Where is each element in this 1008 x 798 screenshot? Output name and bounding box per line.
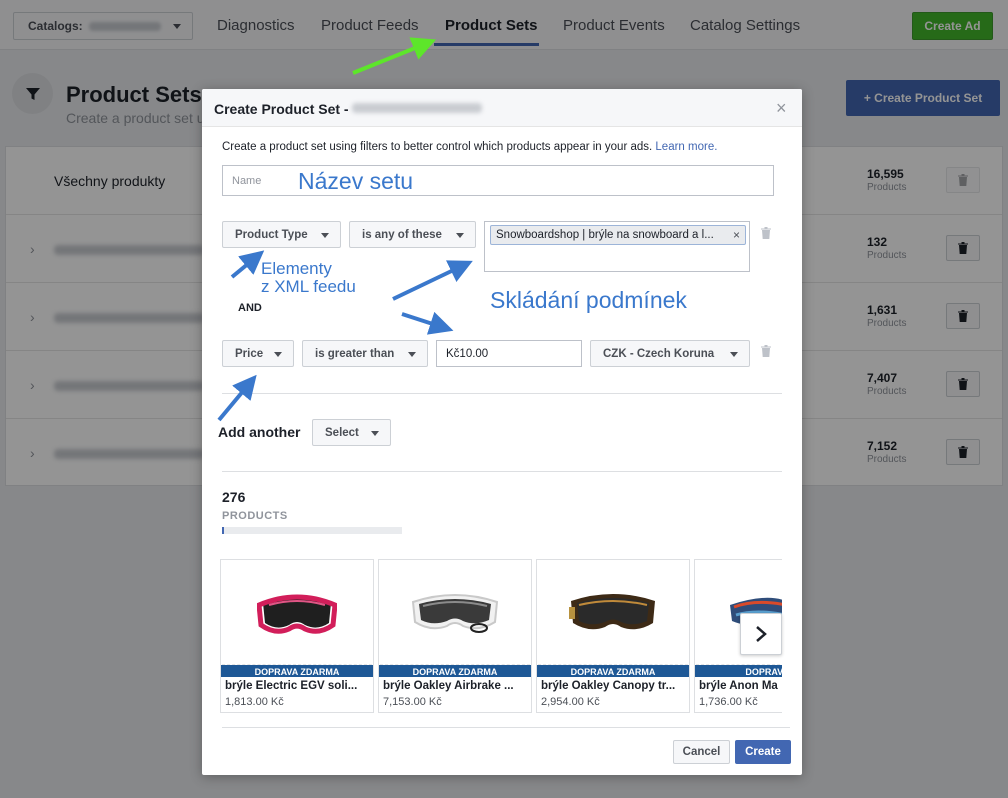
filter-operator-dropdown[interactable]: is any of these [349, 221, 476, 248]
chevron-down-icon [274, 352, 282, 357]
create-button[interactable]: Create [735, 740, 791, 764]
filter-field-label: Price [235, 347, 264, 360]
chevron-right-icon [756, 626, 767, 642]
chevron-down-icon [730, 352, 738, 357]
carousel-next-button[interactable] [740, 613, 782, 655]
chevron-down-icon [321, 233, 329, 238]
annotation-set-name: Název setu [298, 168, 414, 194]
filter-values-input[interactable]: Snowboardshop | brýle na snowboard a l..… [484, 221, 750, 272]
filter-operator-dropdown[interactable]: is greater than [302, 340, 428, 367]
product-card[interactable]: DOPRAVA ZDARMA brýle Electric EGV soli..… [220, 559, 374, 713]
remove-tag-icon[interactable]: × [733, 228, 740, 242]
cancel-button[interactable]: Cancel [673, 740, 730, 764]
filter-operator-label: is greater than [315, 347, 395, 360]
product-image [222, 561, 372, 665]
catalog-name-redacted [352, 103, 482, 113]
product-card[interactable]: DOPRAVA ZDARMA brýle Oakley Airbrake ...… [378, 559, 532, 713]
product-price: 1,813.00 Kč [225, 696, 284, 708]
annotation-elements-line1: Elementy [261, 259, 332, 278]
free-shipping-banner: DOPRAVA ZDARMA [221, 665, 373, 677]
price-value-input[interactable]: Kč10.00 [436, 340, 582, 367]
product-image [380, 561, 530, 665]
products-label: PRODUCTS [222, 510, 288, 522]
create-product-set-dialog: Create Product Set - × Create a product … [202, 89, 802, 775]
annotation-elements-line2: z XML feedu [261, 277, 356, 296]
product-price: 2,954.00 Kč [541, 696, 600, 708]
filter-value-text: Snowboardshop | brýle na snowboard a l..… [496, 229, 714, 241]
learn-more-link[interactable]: Learn more. [655, 141, 717, 153]
product-price: 1,736.00 Kč [699, 696, 758, 708]
dialog-intro: Create a product set using filters to be… [222, 141, 717, 153]
and-label: AND [238, 302, 262, 314]
product-count: 276 [222, 489, 246, 505]
currency-dropdown[interactable]: CZK - Czech Koruna [590, 340, 750, 367]
add-another-label: Add another [218, 424, 301, 440]
filter-operator-label: is any of these [362, 228, 442, 241]
divider [222, 727, 790, 728]
currency-label: CZK - Czech Koruna [603, 347, 715, 360]
chevron-down-icon [371, 431, 379, 436]
dialog-title: Create Product Set - [214, 101, 349, 117]
free-shipping-banner: DOPRAVA ZDARMA [379, 665, 531, 677]
close-icon[interactable]: × [776, 98, 787, 119]
add-filter-select[interactable]: Select [312, 419, 391, 446]
products-progress-bar [222, 527, 402, 534]
product-image [538, 561, 688, 665]
filter-value-tag: Snowboardshop | brýle na snowboard a l..… [490, 225, 746, 245]
dialog-header: Create Product Set - × [202, 89, 802, 127]
product-title: brýle Electric EGV soli... [225, 680, 358, 692]
free-shipping-banner: DOPRAVA ZDARMA [537, 665, 689, 677]
intro-text: Create a product set using filters to be… [222, 141, 653, 153]
divider [222, 471, 782, 472]
product-card[interactable]: DOPRAVA ZDARMA brýle Oakley Canopy tr...… [536, 559, 690, 713]
product-title: brýle Oakley Canopy tr... [541, 680, 676, 692]
trash-icon[interactable] [761, 227, 771, 242]
filter-field-dropdown[interactable]: Price [222, 340, 294, 367]
free-shipping-banner: DOPRAVA Z [695, 665, 782, 677]
product-carousel: DOPRAVA ZDARMA brýle Electric EGV soli..… [220, 559, 782, 713]
select-label: Select [325, 426, 359, 439]
chevron-down-icon [408, 352, 416, 357]
annotation-conditions: Skládání podmínek [490, 287, 687, 313]
product-title: brýle Oakley Airbrake ... [383, 680, 514, 692]
filter-field-dropdown[interactable]: Product Type [222, 221, 341, 248]
product-title: brýle Anon Ma [699, 680, 778, 692]
divider [222, 393, 782, 394]
trash-icon[interactable] [761, 345, 771, 360]
filter-field-label: Product Type [235, 228, 308, 241]
chevron-down-icon [456, 233, 464, 238]
progress-fill [222, 527, 225, 534]
product-price: 7,153.00 Kč [383, 696, 442, 708]
